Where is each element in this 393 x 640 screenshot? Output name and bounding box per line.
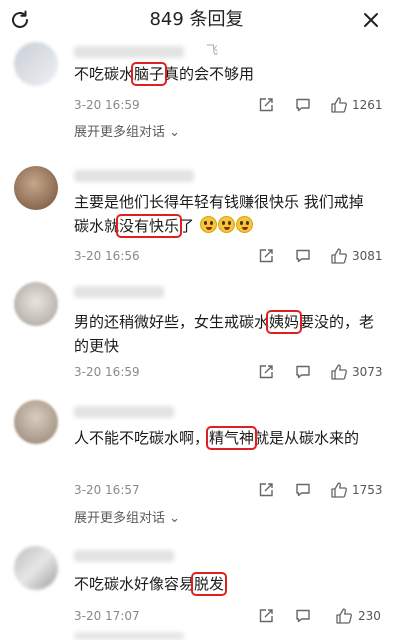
comment-text: 主要是他们长得年轻有钱赚很快乐 我们戒掉碳水就没有快乐了: [74, 193, 364, 238]
share-icon[interactable]: [257, 607, 275, 625]
username-blurred: [74, 286, 164, 298]
highlighted-phrase: 姨妈: [266, 310, 303, 334]
share-icon[interactable]: [257, 96, 275, 114]
thumbs-up-icon[interactable]: [330, 481, 348, 499]
username-blurred: [74, 406, 174, 418]
like-count: 1261: [352, 98, 383, 112]
shocked-emoji-icon: [235, 216, 253, 233]
highlighted-phrase: 脑子: [131, 62, 168, 86]
username-blurred: [74, 170, 194, 182]
comment-text: 不吃碳水好像容易脱发: [74, 572, 228, 596]
avatar[interactable]: [14, 42, 58, 86]
like-count: 230: [358, 609, 381, 623]
expand-replies-link[interactable]: 展开更多组对话 ⌄: [74, 510, 180, 528]
comment-icon[interactable]: [294, 607, 312, 625]
close-icon[interactable]: [359, 8, 383, 32]
chevron-down-icon: ⌄: [169, 511, 181, 526]
comment-item: 男的还稍微好些，女生戒碳水姨妈要没的，老的更快 3-20 16:59 3073: [0, 276, 393, 388]
like-count: 3073: [352, 365, 383, 379]
comment-item: 不吃碳水好像容易脱发 3-20 17:07 230: [0, 540, 393, 630]
comment-text: 人不能不吃碳水啊，精气神就是从碳水来的: [74, 426, 360, 450]
comment-time: 3-20 17:07: [74, 609, 140, 623]
highlighted-phrase: 精气神: [206, 426, 258, 450]
comment-item: 主要是他们长得年轻有钱赚很快乐 我们戒掉碳水就没有快乐了 3-20 16:56 …: [0, 160, 393, 270]
like-count: 3081: [352, 249, 383, 263]
comment-text: 不吃碳水脑子真的会不够用: [74, 62, 255, 86]
comment-icon[interactable]: [294, 481, 312, 499]
comment-time: 3-20 16:59: [74, 98, 140, 112]
header-bar: 849 条回复: [0, 0, 393, 40]
comment-item: 飞 不吃碳水脑子真的会不够用 3-20 16:59 1261 展开更多组对话 ⌄: [0, 40, 393, 150]
thumbs-up-icon[interactable]: [335, 607, 353, 625]
thumbs-up-icon[interactable]: [330, 363, 348, 381]
share-icon[interactable]: [257, 363, 275, 381]
share-icon[interactable]: [257, 247, 275, 265]
username-partial: 飞: [206, 43, 219, 57]
username-blurred: [74, 46, 184, 58]
comment-icon[interactable]: [294, 96, 312, 114]
username-blurred: [74, 550, 174, 562]
thumbs-up-icon[interactable]: [330, 96, 348, 114]
page-title: 849 条回复: [149, 9, 244, 30]
next-comment-partial: [0, 630, 393, 640]
comment-item: 人不能不吃碳水啊，精气神就是从碳水来的 3-20 16:57 1753 展开更多…: [0, 394, 393, 534]
comment-text: 男的还稍微好些，女生戒碳水姨妈要没的，老的更快: [74, 310, 375, 355]
avatar[interactable]: [14, 282, 58, 326]
comment-time: 3-20 16:59: [74, 365, 140, 379]
highlighted-phrase: 没有快乐: [116, 214, 183, 238]
like-count: 1753: [352, 483, 383, 497]
avatar[interactable]: [14, 546, 58, 590]
shocked-emoji-icon: [217, 216, 235, 233]
thumbs-up-icon[interactable]: [330, 247, 348, 265]
comment-time: 3-20 16:56: [74, 249, 140, 263]
avatar[interactable]: [14, 400, 58, 444]
comment-time: 3-20 16:57: [74, 483, 140, 497]
shocked-emoji-icon: [199, 216, 217, 233]
share-icon[interactable]: [257, 481, 275, 499]
comment-icon[interactable]: [294, 247, 312, 265]
highlighted-phrase: 脱发: [191, 572, 228, 596]
avatar[interactable]: [14, 166, 58, 210]
comment-icon[interactable]: [294, 363, 312, 381]
chevron-down-icon: ⌄: [169, 125, 181, 140]
expand-replies-link[interactable]: 展开更多组对话 ⌄: [74, 124, 180, 142]
